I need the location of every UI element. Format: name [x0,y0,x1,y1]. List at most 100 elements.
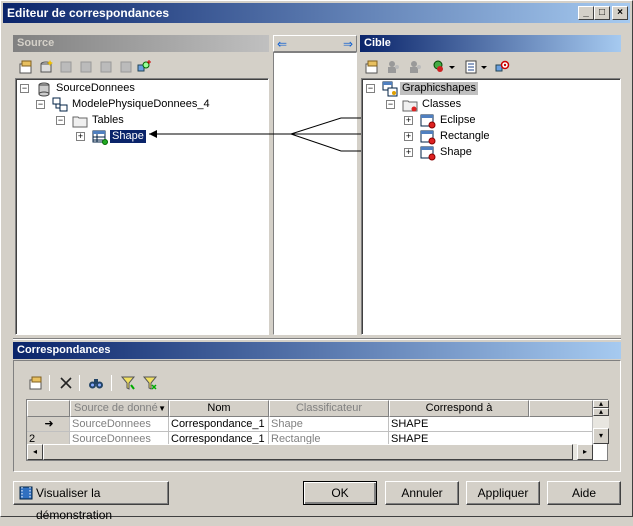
disabled-tool-3 [97,58,115,76]
maximize-button[interactable]: □ [594,6,610,20]
apply-button[interactable]: Appliquer [466,481,540,505]
disabled-icon [100,61,112,73]
filter-button[interactable] [119,374,137,392]
folder-icon [72,116,88,128]
expand-toggle[interactable]: + [404,116,413,125]
cell-name[interactable]: Correspondance_1 [169,417,269,432]
column-header-source[interactable]: Source de donné ▼ [70,400,169,417]
cancel-button[interactable]: Annuler [385,481,459,505]
find-in-tree-button[interactable] [135,58,153,76]
vertical-scrollbar[interactable]: ▴ ▴ ▾ [593,400,609,444]
collapse-toggle[interactable]: − [20,84,29,93]
tree-node-label: Shape [109,129,147,144]
demo-button[interactable]: Visualiser la démonstration [13,481,169,522]
horizontal-scrollbar[interactable]: ◂ ▸ [27,444,593,460]
delete-icon [60,377,72,389]
tree-node-label: Tables [92,114,124,126]
tree-node-label: SourceDonnees [56,82,135,94]
column-header-label: Nom [207,402,231,414]
minimize-button[interactable]: _ [578,6,594,20]
class-model-icon [382,81,398,97]
target-dropdown-1[interactable] [431,58,457,76]
filter-icon [120,376,136,390]
tree-node-label: Rectangle [440,130,490,142]
target-toolbar [361,56,621,78]
find-icon [137,60,151,72]
folder-icon [402,100,418,112]
disabled-icon [60,61,72,73]
mappings-panel-title: Correspondances [17,344,111,356]
source-tree[interactable]: − SourceDonnees − ModelePhysiqueDonnees_… [15,78,269,335]
arrow-right-icon[interactable]: ⇒ [343,37,353,51]
properties-icon [365,60,378,74]
row-marker[interactable]: ➜ [27,417,70,432]
middle-header: ⇐ ⇒ [273,35,357,52]
collapse-toggle[interactable]: − [36,100,45,109]
clear-filter-button[interactable] [141,374,159,392]
help-button[interactable]: Aide [547,481,621,505]
target-dropdown-2[interactable] [463,58,489,76]
disabled-icon [80,61,92,73]
column-header-label: Source de donné [74,402,158,414]
scroll-up-icon[interactable]: ▴ [593,408,609,416]
target-find-button[interactable] [493,58,511,76]
mapping-properties-button[interactable] [27,374,45,392]
expand-toggle[interactable]: + [404,132,413,141]
title-bar[interactable]: Editeur de correspondances _ □ × [3,3,630,23]
column-header-maps-to[interactable]: Correspond à [389,400,529,417]
database-icon [38,82,50,97]
find-icon [495,60,510,72]
tree-node-label: Eclipse [440,114,476,126]
disabled-tool-4 [117,58,135,76]
close-button[interactable]: × [612,6,628,20]
source-panel-header: Source [13,35,269,52]
target-tree[interactable]: − Graphicshapes − Classes + Eclipse + Re… [361,78,621,335]
scroll-thumb[interactable] [43,444,573,460]
collapse-toggle[interactable]: − [386,100,395,109]
row-header-corner [27,400,70,417]
expand-toggle[interactable]: + [76,132,85,141]
cell-classifier[interactable]: Shape [269,417,389,432]
cell-maps-to[interactable]: SHAPE [389,417,593,432]
arrow-left-icon[interactable]: ⇐ [277,37,287,51]
source-panel-title: Source [17,37,55,49]
target-panel-title: Cible [364,37,391,49]
ok-button[interactable]: OK [303,481,377,505]
mapping-editor-window: Editeur de correspondances _ □ × Source [0,0,633,522]
column-filter-dropdown-icon[interactable]: ▼ [158,401,166,416]
find-mapping-button[interactable] [87,374,105,392]
source-toolbar [15,56,269,78]
target-properties-button[interactable] [363,58,381,76]
column-header-classifier[interactable]: Classificateur [269,400,389,417]
filter-dropdown-icon [433,60,455,72]
tree-node-label: Classes [422,98,462,110]
scroll-right-icon[interactable]: ▸ [577,444,593,460]
toolbar-separator [79,375,80,391]
properties-icon [19,60,32,74]
disabled-icon [120,61,132,73]
mappings-grid[interactable]: Source de donné ▼ Nom Classificateur Cor… [26,399,609,461]
delete-mapping-button[interactable] [57,374,75,392]
expand-toggle[interactable]: + [404,148,413,157]
film-icon [19,486,33,500]
class-icon [420,114,436,129]
horizontal-splitter[interactable] [13,338,621,340]
column-header-name[interactable]: Nom [169,400,269,417]
scroll-left-icon[interactable]: ◂ [27,444,43,460]
mappings-panel-header: Correspondances [13,342,621,359]
properties-icon [29,376,42,390]
target-tool-1 [385,58,403,76]
cell-source[interactable]: SourceDonnees [70,417,169,432]
scroll-down-icon[interactable]: ▾ [593,428,609,444]
window-title: Editeur de correspondances [7,6,170,20]
collapse-toggle[interactable]: − [56,116,65,125]
sort-dropdown-icon [465,60,487,74]
collapse-toggle[interactable]: − [366,84,375,93]
mapping-link-area [273,52,357,335]
table-icon [92,130,108,145]
toolbar-separator [111,375,112,391]
disabled-tool-2 [77,58,95,76]
new-source-button[interactable] [37,58,55,76]
physical-model-icon [52,97,68,112]
properties-button[interactable] [17,58,35,76]
